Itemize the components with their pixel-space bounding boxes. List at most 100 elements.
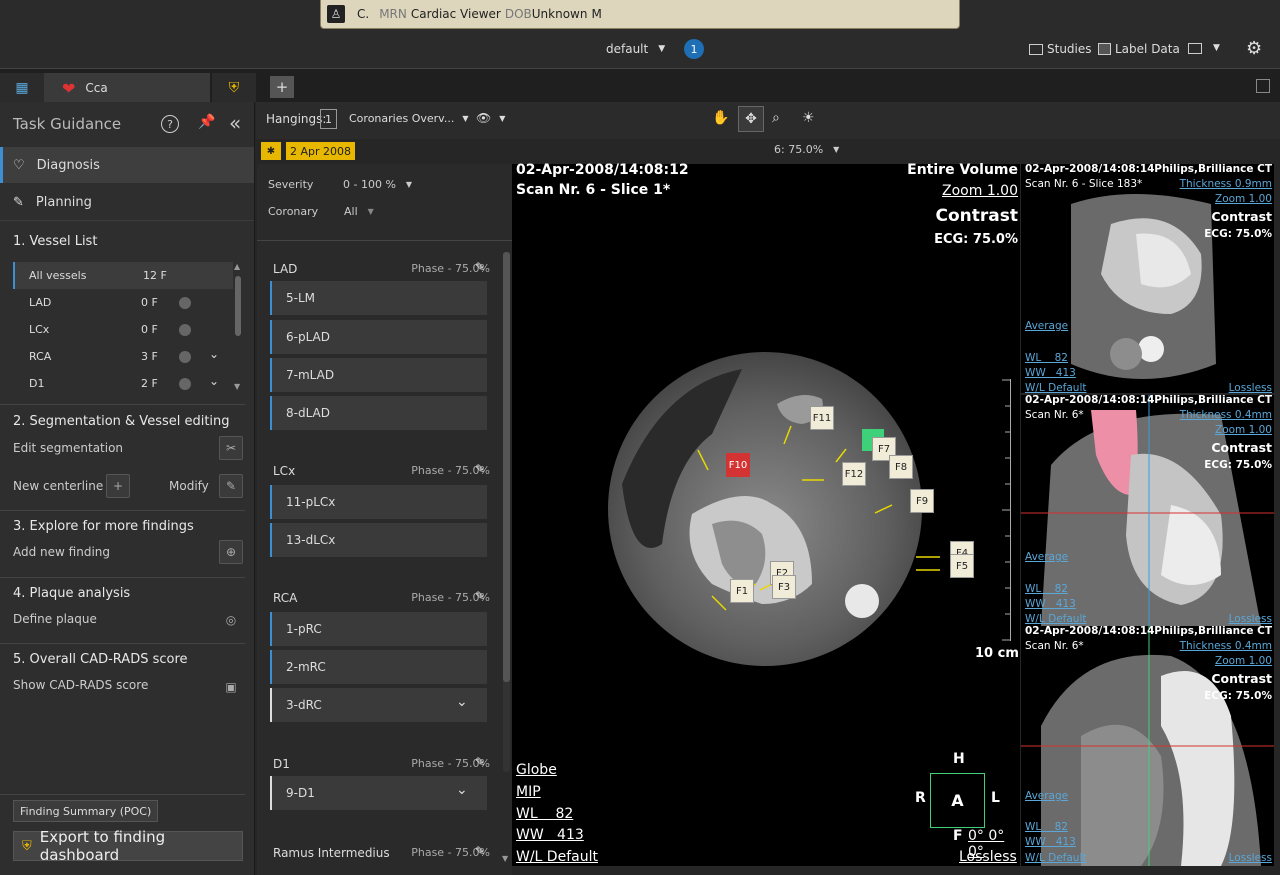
shield-tab[interactable]: ⛨ bbox=[212, 73, 256, 103]
edit-icon[interactable]: ✎ bbox=[475, 260, 485, 274]
panel-zoom[interactable]: Zoom 1.00 bbox=[1215, 655, 1272, 667]
panel-wl[interactable]: WL 82 bbox=[1025, 352, 1068, 364]
panel-ww[interactable]: WW 413 bbox=[1025, 598, 1076, 610]
panel-zoom[interactable]: Zoom 1.00 bbox=[1215, 424, 1272, 436]
study-date[interactable]: 2 Apr 2008 bbox=[286, 142, 356, 160]
panel-average[interactable]: Average bbox=[1025, 320, 1068, 332]
fullscreen-icon[interactable] bbox=[1256, 79, 1270, 93]
panel-lossless[interactable]: Lossless bbox=[1229, 613, 1272, 625]
orientation-cube[interactable]: A bbox=[930, 773, 985, 828]
finding-marker[interactable]: F10 bbox=[726, 453, 750, 477]
panel-zoom[interactable]: Zoom 1.00 bbox=[1215, 193, 1272, 205]
side-viewport-2[interactable]: 02-Apr-2008/14:08:14 Philips,Brilliance … bbox=[1021, 395, 1274, 626]
panel-ww[interactable]: WW 413 bbox=[1025, 367, 1076, 379]
panel-wl[interactable]: WL 82 bbox=[1025, 583, 1068, 595]
chevron-down-icon[interactable]: ⌄ bbox=[209, 374, 219, 388]
add-finding-button[interactable]: ⊕ bbox=[219, 540, 243, 564]
nav-diagnosis[interactable]: ♡ Diagnosis bbox=[0, 147, 254, 183]
collapse-icon[interactable]: « bbox=[229, 111, 241, 135]
main-viewport[interactable]: F11 F10 F12 F7 F8 F9 F4 F5 F2 F3 F1 02-A… bbox=[512, 162, 1020, 866]
vessel-segment[interactable]: 6-pLAD bbox=[270, 320, 487, 354]
vessel-list-scrollbar[interactable]: ▲ ▼ bbox=[234, 262, 242, 392]
panel-wl[interactable]: WL 82 bbox=[1025, 821, 1068, 833]
compression-link[interactable]: Lossless bbox=[959, 849, 1017, 865]
segment-scrollbar[interactable] bbox=[503, 252, 510, 772]
panel-average[interactable]: Average bbox=[1025, 551, 1068, 563]
vessel-segment[interactable]: 5-LM bbox=[270, 281, 487, 315]
window-level-icon[interactable]: ☀ bbox=[802, 110, 815, 126]
layout-select[interactable]: default ▼ bbox=[606, 42, 665, 56]
show-cadrads-button[interactable]: ▣ bbox=[219, 675, 243, 699]
finding-marker[interactable]: F1 bbox=[730, 579, 754, 603]
vessel-row[interactable]: D1 2 F ⌄ bbox=[13, 370, 233, 397]
hangings-number[interactable]: 1 bbox=[320, 109, 337, 129]
panel-thickness[interactable]: Thickness 0.4mm bbox=[1180, 640, 1272, 652]
edit-segmentation-button[interactable]: ✂ bbox=[219, 436, 243, 460]
nav-planning[interactable]: ✎ Planning bbox=[0, 184, 254, 220]
side-viewport-1[interactable]: 02-Apr-2008/14:08:14 Philips,Brilliance … bbox=[1021, 164, 1274, 393]
vessel-segment[interactable]: 8-dLAD bbox=[270, 396, 487, 430]
move-tool-icon[interactable]: ✥ bbox=[738, 106, 764, 132]
severity-select[interactable]: 0 - 100 % ▼ bbox=[343, 178, 412, 191]
tab-cca[interactable]: ❤ Cca bbox=[44, 73, 210, 103]
notification-badge[interactable]: 1 bbox=[684, 39, 704, 59]
vessel-segment[interactable]: 11-pLCx bbox=[270, 485, 487, 519]
globe-link[interactable]: Globe bbox=[516, 762, 557, 778]
gear-icon[interactable]: ⚙ bbox=[1246, 38, 1262, 59]
viewport-zoom[interactable]: Zoom 1.00 bbox=[942, 183, 1018, 199]
side-viewport-3[interactable]: 02-Apr-2008/14:08:14 Philips,Brilliance … bbox=[1021, 626, 1274, 866]
edit-icon[interactable]: ✎ bbox=[475, 844, 485, 858]
panel-lossless[interactable]: Lossless bbox=[1229, 852, 1272, 864]
panel-ww[interactable]: WW 413 bbox=[1025, 836, 1076, 848]
modify-button[interactable]: ✎ bbox=[219, 474, 243, 498]
panel-thickness[interactable]: Thickness 0.9mm bbox=[1180, 178, 1272, 190]
vessel-row[interactable]: RCA 3 F ⌄ bbox=[13, 343, 233, 370]
wl-link[interactable]: WL 82 bbox=[516, 806, 573, 822]
chevron-down-icon[interactable]: ⌄ bbox=[209, 347, 219, 361]
studies-button[interactable]: Studies bbox=[1029, 42, 1092, 56]
visibility-select[interactable]: 👁 ▼ bbox=[476, 111, 505, 125]
help-icon[interactable]: ? bbox=[161, 115, 179, 133]
pan-tool-icon[interactable]: ✋ bbox=[712, 110, 729, 126]
hanging-select[interactable]: Coronaries Overv... ▼ bbox=[349, 112, 468, 125]
panel-wl-default[interactable]: W/L Default bbox=[1025, 613, 1086, 625]
finding-marker[interactable]: F9 bbox=[910, 489, 934, 513]
layout-toggle-icon[interactable] bbox=[1188, 43, 1202, 54]
coronary-select[interactable]: All ▼ bbox=[344, 205, 374, 218]
chevron-down-icon[interactable]: ▼ bbox=[1213, 43, 1220, 53]
vessel-segment[interactable]: 3-dRC ⌄ bbox=[270, 688, 487, 722]
ww-link[interactable]: WW 413 bbox=[516, 827, 584, 843]
vessel-segment[interactable]: 2-mRC bbox=[270, 650, 487, 684]
zoom-tool-icon[interactable]: ⌕ bbox=[772, 110, 780, 126]
add-tab-button[interactable]: + bbox=[270, 76, 294, 98]
panel-lossless[interactable]: Lossless bbox=[1229, 382, 1272, 393]
define-plaque-button[interactable]: ◎ bbox=[219, 608, 243, 632]
panel-thickness[interactable]: Thickness 0.4mm bbox=[1180, 409, 1272, 421]
vessel-segment[interactable]: 7-mLAD bbox=[270, 358, 487, 392]
apps-grid-button[interactable]: ▦ bbox=[0, 73, 44, 103]
label-data-button[interactable]: Label Data bbox=[1098, 42, 1180, 56]
vessel-segment[interactable]: 1-pRC bbox=[270, 612, 487, 646]
panel-wl-default[interactable]: W/L Default bbox=[1025, 852, 1086, 864]
vessel-segment[interactable]: 9-D1 ⌄ bbox=[270, 776, 487, 810]
vessel-row[interactable]: LCx 0 F bbox=[13, 316, 233, 343]
panel-average[interactable]: Average bbox=[1025, 790, 1068, 802]
patient-banner[interactable]: ♙ C. MRN Cardiac Viewer DOB Unknown M bbox=[320, 0, 960, 29]
vessel-row[interactable]: All vessels 12 F bbox=[13, 262, 233, 289]
vessel-row[interactable]: LAD 0 F bbox=[13, 289, 233, 316]
pin-icon[interactable]: 📌 bbox=[198, 114, 215, 130]
scroll-down-icon[interactable]: ▼ bbox=[502, 854, 508, 863]
finding-summary-button[interactable]: Finding Summary (POC) bbox=[13, 800, 159, 822]
edit-icon[interactable]: ✎ bbox=[475, 462, 485, 476]
finding-marker[interactable]: F12 bbox=[842, 462, 866, 486]
wl-default-link[interactable]: W/L Default bbox=[516, 849, 598, 865]
export-dashboard-button[interactable]: ⛨ Export to finding dashboard bbox=[13, 828, 243, 864]
panel-wl-default[interactable]: W/L Default bbox=[1025, 382, 1086, 393]
finding-marker[interactable]: F11 bbox=[810, 406, 834, 430]
mip-link[interactable]: MIP bbox=[516, 784, 541, 800]
edit-icon[interactable]: ✎ bbox=[475, 589, 485, 603]
edit-icon[interactable]: ✎ bbox=[475, 755, 485, 769]
finding-marker[interactable]: F3 bbox=[772, 575, 796, 599]
phase-select[interactable]: 6: 75.0% ▼ bbox=[774, 143, 839, 156]
new-centerline-button[interactable]: + bbox=[106, 474, 130, 498]
